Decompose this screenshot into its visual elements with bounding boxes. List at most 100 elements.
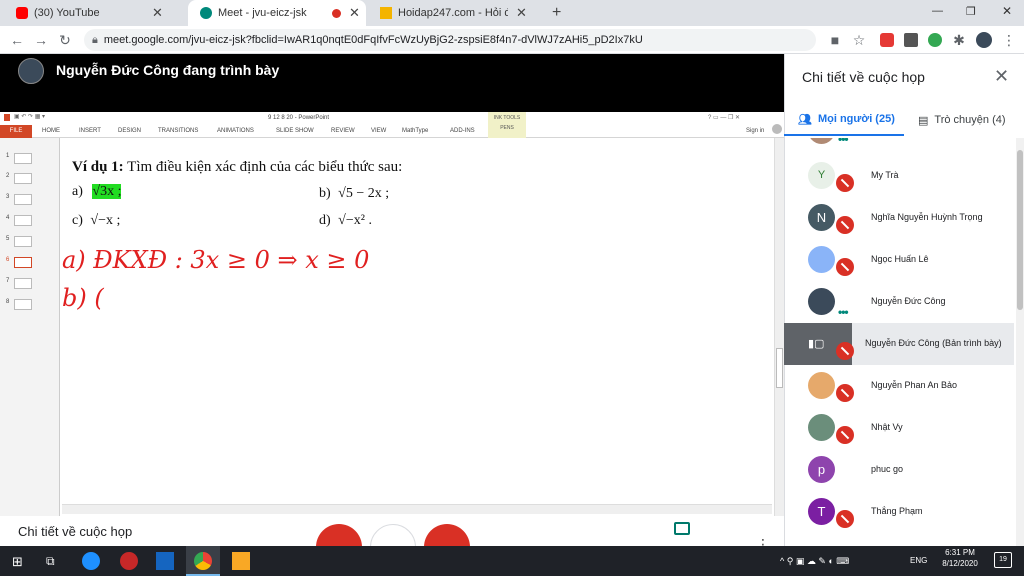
ribbon-tab[interactable]: INSERT <box>79 128 101 134</box>
ribbon-tab[interactable]: HOME <box>42 128 60 134</box>
close-icon[interactable]: ✕ <box>152 5 163 21</box>
ribbon-tab[interactable]: VIEW <box>371 128 386 134</box>
list-item[interactable]: Y My Trà <box>784 155 1014 197</box>
ribbon-tab[interactable]: ADD-INS <box>450 128 475 134</box>
ribbon-tab[interactable]: SLIDE SHOW <box>276 128 314 134</box>
tab-people[interactable]: 👥︎ Mọi người (25) <box>784 104 904 136</box>
facebook-icon[interactable] <box>904 33 918 47</box>
url-bar[interactable]: 🔒︎ meet.google.com/jvu-eicz-jsk?fbclid=I… <box>84 29 816 51</box>
slide-thumbnail[interactable] <box>14 299 32 310</box>
avatar: N <box>808 204 835 231</box>
star-icon[interactable]: ☆ <box>850 31 868 49</box>
close-window-button[interactable]: ✕ <box>1002 4 1012 18</box>
ppt-title-bar: ▣ ↶ ↷ ▦ ▾ 9 12 8 20 - PowerPoint ? ▭ — ❐… <box>0 112 784 125</box>
item-expr: √5 − 2x ; <box>338 186 390 201</box>
back-icon[interactable]: ← <box>8 31 26 49</box>
person-name: Ngọc Huấn Lê <box>871 254 929 264</box>
slide-number: 8 <box>6 299 10 305</box>
edge-icon[interactable] <box>82 552 100 570</box>
item-label: a) <box>72 184 83 199</box>
app-icon[interactable] <box>120 552 138 570</box>
ink-tools-tab[interactable]: INK TOOLS PENS <box>488 112 526 138</box>
extension-icon[interactable] <box>880 33 894 47</box>
minimize-button[interactable]: — <box>932 5 943 17</box>
list-item[interactable]: Ngọc Huấn Lê <box>784 239 1014 281</box>
panel-scroll-thumb[interactable] <box>1017 150 1023 310</box>
slide-thumbnail[interactable] <box>14 215 32 226</box>
task-view-icon[interactable]: ⧉ <box>46 554 55 569</box>
pens-tab[interactable]: PENS <box>488 125 526 131</box>
profile-avatar[interactable] <box>976 32 992 48</box>
avatar <box>808 288 835 315</box>
slide-number: 6 <box>6 257 10 263</box>
folder-icon[interactable] <box>232 552 250 570</box>
list-item[interactable]: T Thắng Phạm <box>784 491 1014 533</box>
slide-number: 4 <box>6 215 10 221</box>
list-item[interactable]: Nguyễn Phan An Bảo <box>784 365 1014 407</box>
forward-icon[interactable]: → <box>32 31 50 49</box>
mail-icon[interactable] <box>156 552 174 570</box>
close-icon[interactable]: ✕ <box>994 66 1009 87</box>
address-toolbar: ← → ↻ 🔒︎ meet.google.com/jvu-eicz-jsk?fb… <box>0 26 1024 54</box>
chat-icon: ▤ <box>918 114 929 127</box>
item-a: a) √3x ; <box>72 184 122 200</box>
list-item-presentation[interactable]: ▮▢ Nguyễn Đức Công (Bản trình bày) <box>784 323 1014 365</box>
handwriting-line-a: a) ĐKXĐ : 3x ≥ 0 ⇒ x ≥ 0 <box>62 246 370 274</box>
slide-thumbnail[interactable] <box>14 236 32 247</box>
reload-icon[interactable]: ↻ <box>56 31 74 49</box>
list-item[interactable]: ••• Nguyễn Đức Công <box>784 281 1014 323</box>
horizontal-scrollbar[interactable] <box>62 504 772 514</box>
windows-start-icon[interactable]: ⊞ <box>12 554 23 570</box>
file-tab[interactable]: FILE <box>0 125 32 138</box>
present-screen-icon[interactable] <box>674 522 690 535</box>
ribbon-tab[interactable]: DESIGN <box>118 128 141 134</box>
tab-hoidap[interactable]: Hoidap247.com - Hỏi đáp online ✕ <box>368 0 546 26</box>
shared-screen: ▣ ↶ ↷ ▦ ▾ 9 12 8 20 - PowerPoint ? ▭ — ❐… <box>0 112 784 516</box>
list-item[interactable]: p phuc go <box>784 449 1014 491</box>
camera-icon[interactable]: ■ <box>826 31 844 49</box>
presenter-avatar <box>18 58 44 84</box>
close-icon[interactable]: ✕ <box>349 5 360 21</box>
maximize-button[interactable]: ❐ <box>966 5 976 18</box>
scroll-thumb[interactable] <box>776 348 783 388</box>
tab-chat[interactable]: ▤ Trò chuyện (4) <box>904 104 1024 136</box>
notifications-icon[interactable]: 19 <box>994 552 1012 568</box>
meeting-details-button[interactable]: Chi tiết về cuộc họp <box>18 524 132 539</box>
sign-in-link[interactable]: Sign in <box>746 128 764 134</box>
slide-thumbnail[interactable] <box>14 153 32 164</box>
slide-canvas[interactable]: Ví dụ 1: Tìm điều kiện xác định của các … <box>62 138 772 504</box>
slide-thumbnail[interactable] <box>14 173 32 184</box>
presenter-label: Nguyễn Đức Công đang trình bày <box>56 62 280 78</box>
tab-title: (30) YouTube <box>34 7 100 19</box>
new-tab-button[interactable]: + <box>552 4 561 22</box>
pin-icon[interactable]: ▮▢ <box>808 337 824 350</box>
system-tray-icons[interactable]: ^ ⚲ ▣ ☁ ✎ ◐ ⌨ <box>780 556 849 567</box>
chrome-taskbar-button[interactable] <box>186 546 220 576</box>
slide-thumbnail[interactable] <box>14 278 32 289</box>
ppt-ribbon: HOME INSERT DESIGN TRANSITIONS ANIMATION… <box>0 125 784 138</box>
item-expr: √−x² . <box>338 213 372 228</box>
speaking-icon: ••• <box>838 305 849 319</box>
slide-thumbnail[interactable] <box>14 194 32 205</box>
list-item[interactable]: N Nghĩa Nguyễn Huỳnh Trọng <box>784 197 1014 239</box>
grammarly-icon[interactable] <box>928 33 942 47</box>
ribbon-tab[interactable]: MathType <box>402 128 428 134</box>
close-icon[interactable]: ✕ <box>516 5 527 21</box>
mic-off-icon <box>836 342 854 360</box>
puzzle-icon[interactable]: ✱ <box>950 31 968 49</box>
menu-icon[interactable]: ⋮ <box>1000 31 1018 49</box>
avatar: p <box>808 456 835 483</box>
ribbon-tab[interactable]: TRANSITIONS <box>158 128 198 134</box>
list-item[interactable]: Nhật Vy <box>784 407 1014 449</box>
slide-thumbnail-selected[interactable] <box>14 257 32 268</box>
ppt-logo-icon <box>4 114 10 121</box>
tab-meet[interactable]: Meet - jvu-eicz-jsk ✕ <box>188 0 366 26</box>
tab-youtube[interactable]: (30) YouTube ✕ <box>4 0 184 26</box>
mic-off-icon <box>836 510 854 528</box>
vertical-scrollbar[interactable] <box>774 138 784 516</box>
clock[interactable]: 6:31 PM 8/12/2020 <box>930 548 990 568</box>
ribbon-tab[interactable]: REVIEW <box>331 128 355 134</box>
ribbon-tab[interactable]: ANIMATIONS <box>217 128 254 134</box>
language-indicator[interactable]: ENG <box>910 556 927 565</box>
chrome-icon <box>194 552 212 570</box>
